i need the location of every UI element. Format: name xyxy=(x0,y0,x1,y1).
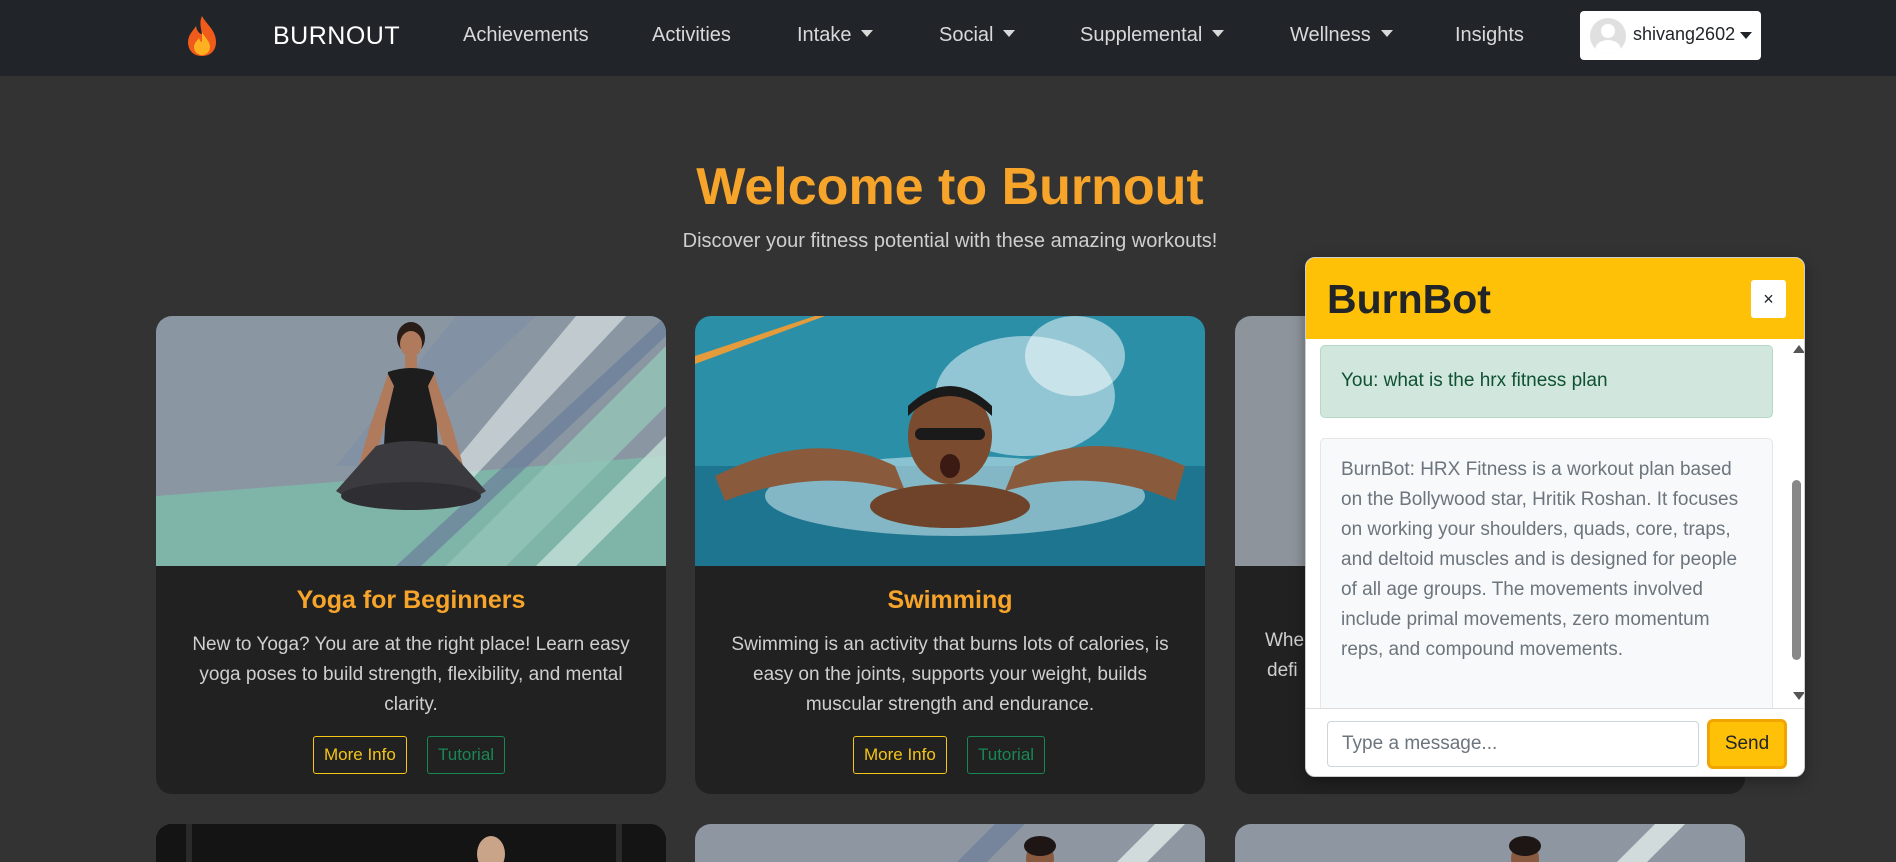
flame-icon[interactable] xyxy=(184,14,220,58)
chevron-down-icon xyxy=(1380,30,1393,37)
user-message: You: what is the hrx fitness plan xyxy=(1320,345,1773,418)
workout-card-swimming: Swimming Swimming is an activity that bu… xyxy=(695,316,1205,794)
card-title: Yoga for Beginners xyxy=(296,586,526,614)
chevron-down-icon xyxy=(861,30,874,37)
scrollbar[interactable] xyxy=(1789,339,1804,708)
card-description: New to Yoga? You are at the right place!… xyxy=(192,634,630,715)
close-button[interactable]: × xyxy=(1751,280,1786,318)
chatbot-header: BurnBot × xyxy=(1306,258,1804,339)
workout-card-yoga: Yoga for Beginners New to Yoga? You are … xyxy=(156,316,666,794)
nav-achievements[interactable]: Achievements xyxy=(463,24,589,47)
yoga-image xyxy=(156,316,666,566)
workout-card-6 xyxy=(1235,824,1745,862)
tutorial-button[interactable]: Tutorial xyxy=(967,736,1046,774)
card-description-fragment: Whe xyxy=(1265,630,1305,651)
page-title: Welcome to Burnout xyxy=(696,158,1204,216)
scroll-thumb[interactable] xyxy=(1792,480,1801,660)
page-subtitle: Discover your fitness potential with the… xyxy=(682,230,1218,252)
card-title: Swimming xyxy=(887,586,1013,614)
brand-name[interactable]: BURNOUT xyxy=(273,22,400,51)
message-input[interactable] xyxy=(1327,721,1699,767)
workout-card-4 xyxy=(156,824,666,862)
nav-wellness-label: Wellness xyxy=(1290,24,1371,46)
nav-social[interactable]: Social xyxy=(939,24,1016,47)
chevron-down-icon xyxy=(1003,30,1016,37)
workout-card-5 xyxy=(695,824,1205,862)
scroll-up-arrow-icon[interactable] xyxy=(1793,345,1804,353)
card-description-fragment: defi xyxy=(1267,660,1298,681)
chevron-down-icon xyxy=(1740,32,1752,39)
more-info-button[interactable]: More Info xyxy=(313,736,407,774)
nav-intake[interactable]: Intake xyxy=(797,24,874,47)
nav-intake-label: Intake xyxy=(797,24,852,46)
chat-input-bar: Send xyxy=(1306,708,1804,776)
send-button[interactable]: Send xyxy=(1707,719,1787,769)
card-description: Swimming is an activity that burns lots … xyxy=(731,634,1169,715)
avatar xyxy=(1590,18,1626,54)
swimming-image xyxy=(695,316,1205,566)
bot-message: BurnBot: HRX Fitness is a workout plan b… xyxy=(1320,438,1773,708)
user-name: shivang2602 xyxy=(1633,24,1736,44)
more-info-button[interactable]: More Info xyxy=(853,736,947,774)
nav-social-label: Social xyxy=(939,24,994,46)
chatbot-panel: BurnBot × You: what is the hrx fitness p… xyxy=(1305,257,1805,777)
tutorial-button[interactable]: Tutorial xyxy=(427,736,506,774)
navbar: BURNOUT Achievements Activities Intake S… xyxy=(0,0,1896,76)
chat-messages[interactable]: You: what is the hrx fitness plan BurnBo… xyxy=(1306,339,1804,708)
nav-insights[interactable]: Insights xyxy=(1455,24,1524,47)
nav-wellness[interactable]: Wellness xyxy=(1290,24,1393,47)
user-menu-button[interactable]: shivang2602 xyxy=(1580,11,1761,60)
nav-supplemental-label: Supplemental xyxy=(1080,24,1203,46)
chatbot-title: BurnBot xyxy=(1327,276,1491,322)
scroll-down-arrow-icon[interactable] xyxy=(1793,692,1804,700)
nav-activities[interactable]: Activities xyxy=(652,24,731,47)
chevron-down-icon xyxy=(1212,30,1225,37)
nav-supplemental[interactable]: Supplemental xyxy=(1080,24,1225,47)
